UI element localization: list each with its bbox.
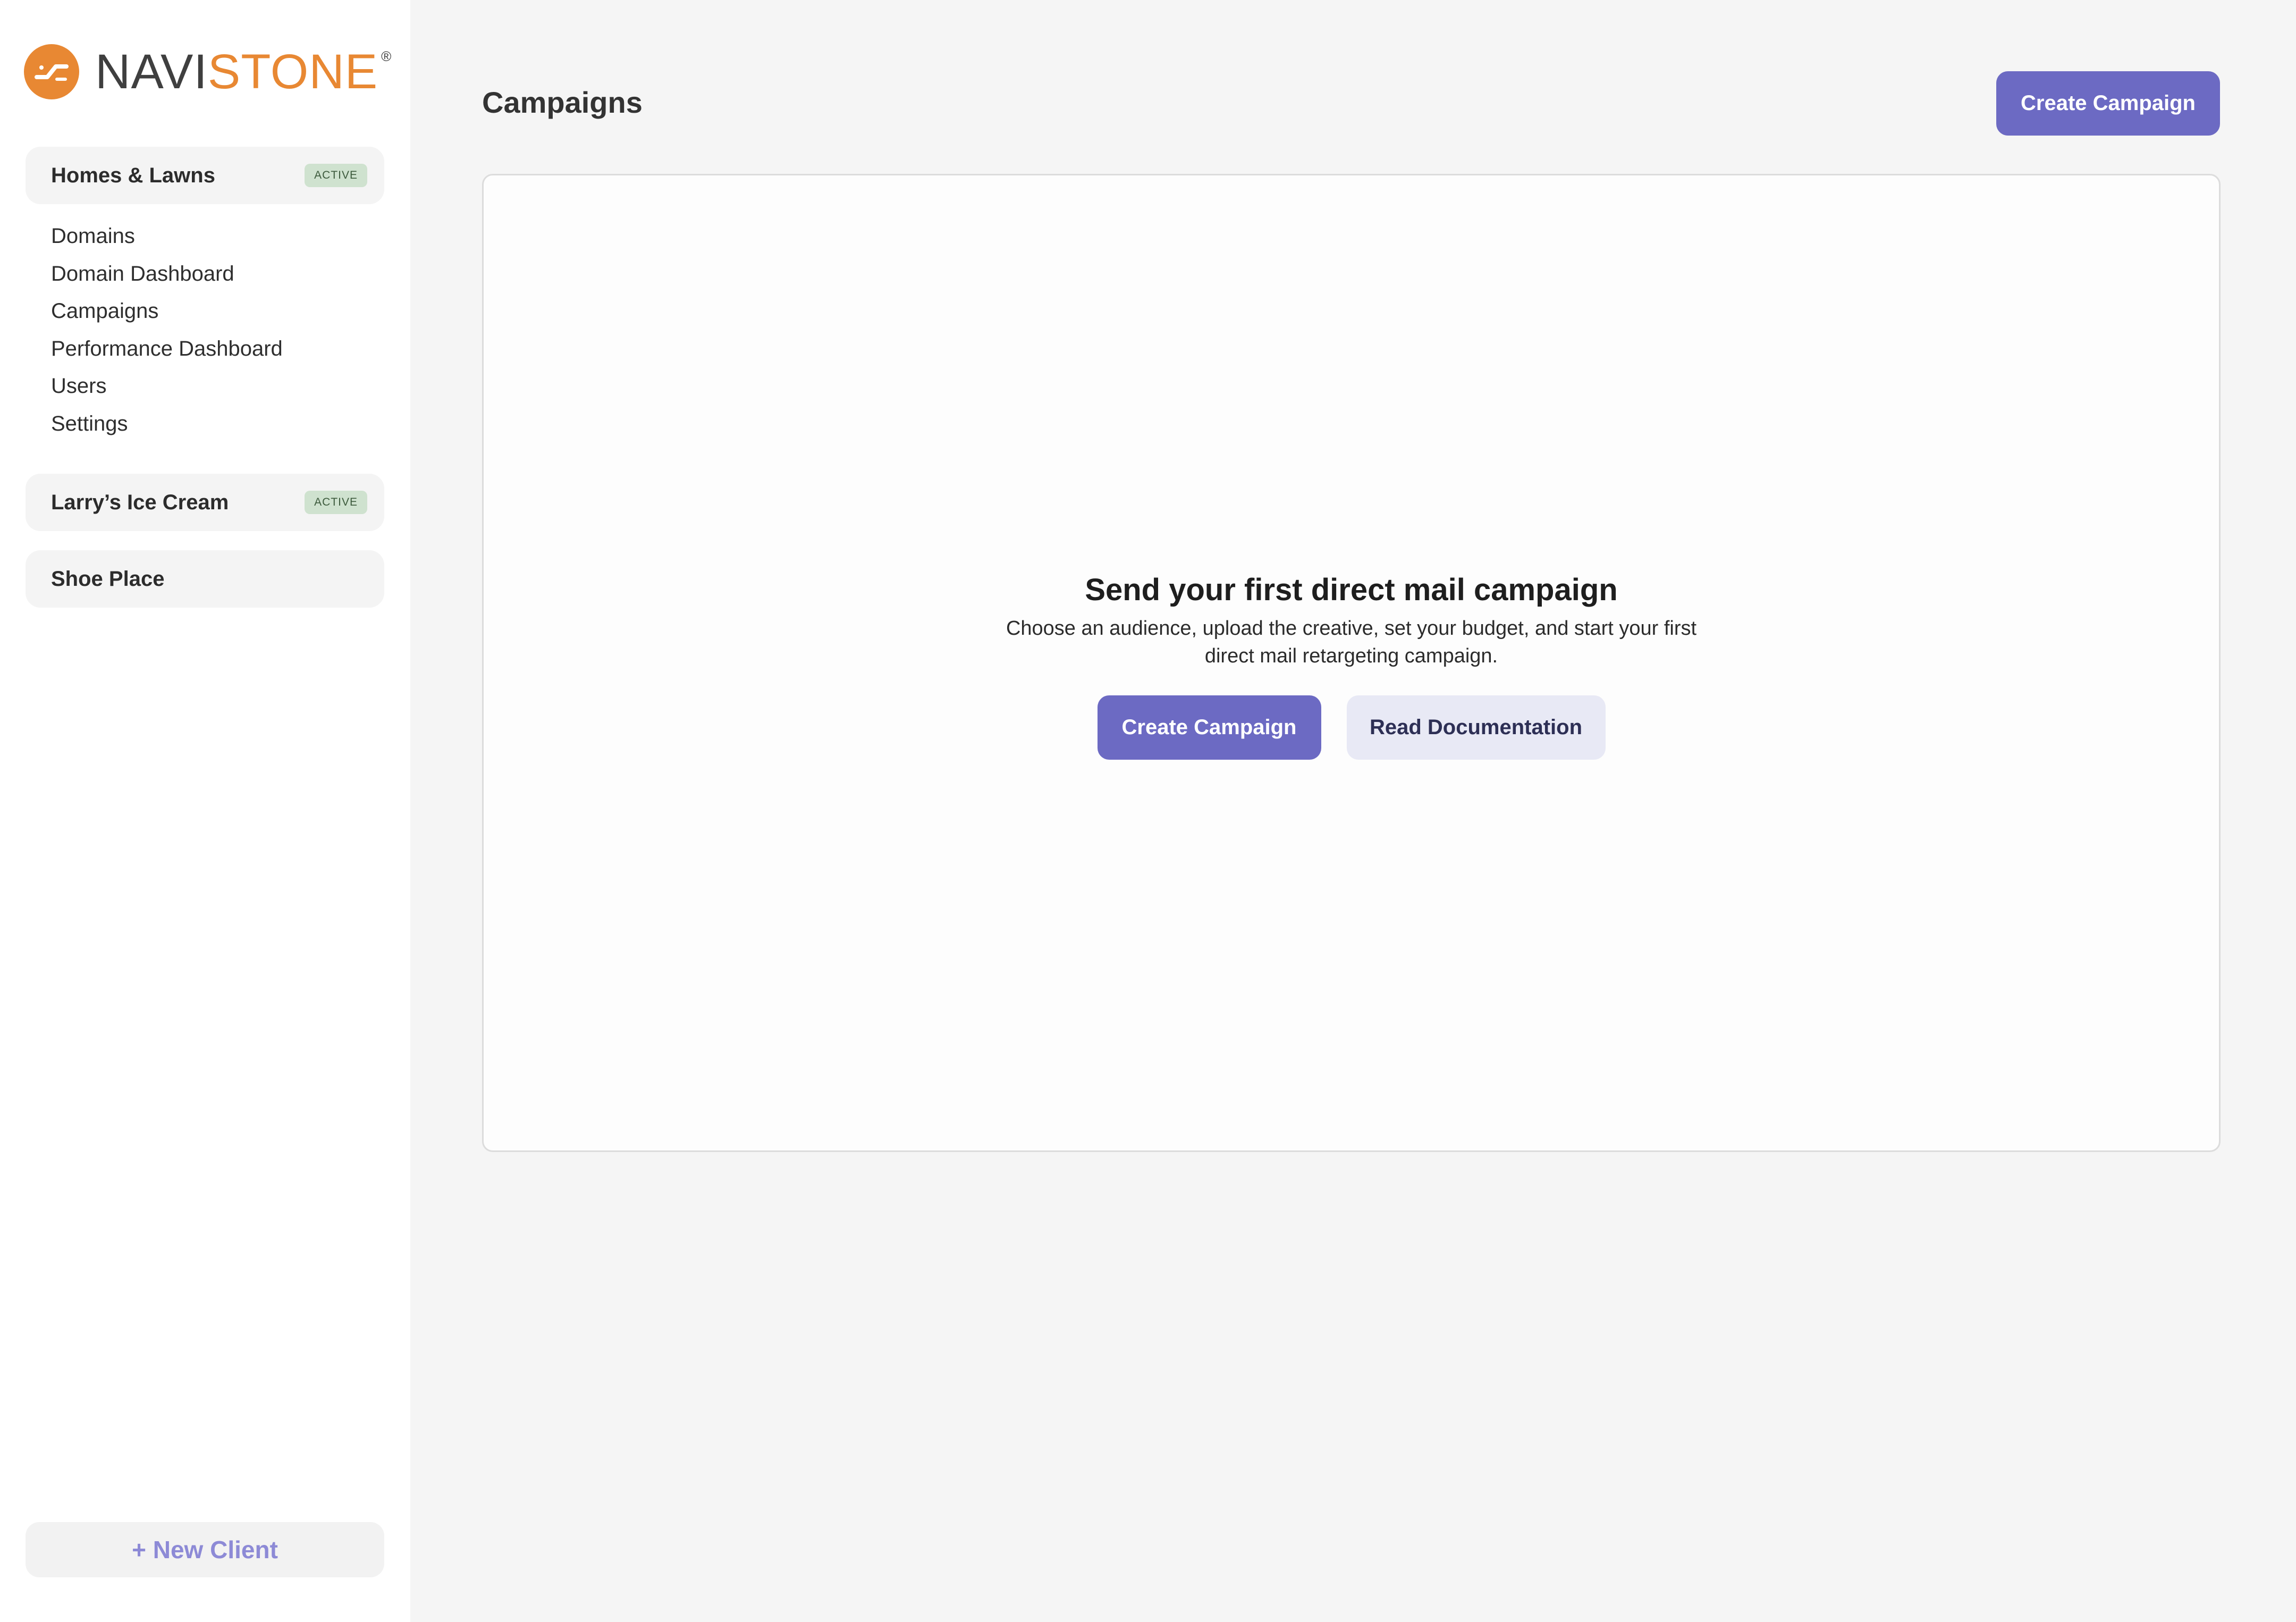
nav-item-performance-dashboard[interactable]: Performance Dashboard <box>51 333 283 371</box>
brand-logo[interactable]: NAVI STONE ® <box>24 43 392 101</box>
nav-item-domain-dashboard[interactable]: Domain Dashboard <box>51 258 283 296</box>
client-card-larrys-ice-cream[interactable]: Larry’s Ice Cream ACTIVE <box>26 474 384 531</box>
read-documentation-button[interactable]: Read Documentation <box>1346 695 1606 760</box>
app: NAVI STONE ® Homes & Lawns ACTIVE Domains … <box>0 0 2296 1622</box>
campaigns-panel: Send your first direct mail campaign Cho… <box>482 174 2221 1152</box>
empty-state-actions: Create Campaign Read Documentation <box>484 695 2219 760</box>
empty-create-campaign-button[interactable]: Create Campaign <box>1097 695 1321 760</box>
empty-state-title: Send your first direct mail campaign <box>1085 573 1618 607</box>
client-card-homes-lawns[interactable]: Homes & Lawns ACTIVE <box>26 147 384 204</box>
page-title: Campaigns <box>482 86 643 119</box>
registered-mark: ® <box>381 48 392 64</box>
status-badge: ACTIVE <box>305 164 367 187</box>
create-campaign-button[interactable]: Create Campaign <box>1996 71 2220 136</box>
nav-item-campaigns[interactable]: Campaigns <box>51 296 283 333</box>
client-name: Homes & Lawns <box>51 163 215 187</box>
nav-item-settings[interactable]: Settings <box>51 408 283 446</box>
empty-state-description: Choose an audience, upload the creative,… <box>1006 617 1697 667</box>
client-name: Shoe Place <box>51 567 165 591</box>
status-badge: ACTIVE <box>305 491 367 514</box>
new-client-button[interactable]: + New Client <box>26 1522 384 1577</box>
navistone-logo-icon <box>24 44 79 99</box>
brand-name-stone: STONE <box>207 45 378 99</box>
empty-state: Send your first direct mail campaign Cho… <box>484 569 2219 760</box>
client-nav: Domains Domain Dashboard Campaigns Perfo… <box>51 221 283 446</box>
client-name: Larry’s Ice Cream <box>51 490 229 514</box>
client-card-shoe-place[interactable]: Shoe Place <box>26 550 384 608</box>
nav-item-domains[interactable]: Domains <box>51 221 283 258</box>
brand-wordmark: NAVI STONE ® <box>95 47 392 96</box>
sidebar: NAVI STONE ® Homes & Lawns ACTIVE Domains … <box>0 0 410 1622</box>
nav-item-users[interactable]: Users <box>51 371 283 408</box>
brand-name-navi: NAVI <box>95 45 208 99</box>
